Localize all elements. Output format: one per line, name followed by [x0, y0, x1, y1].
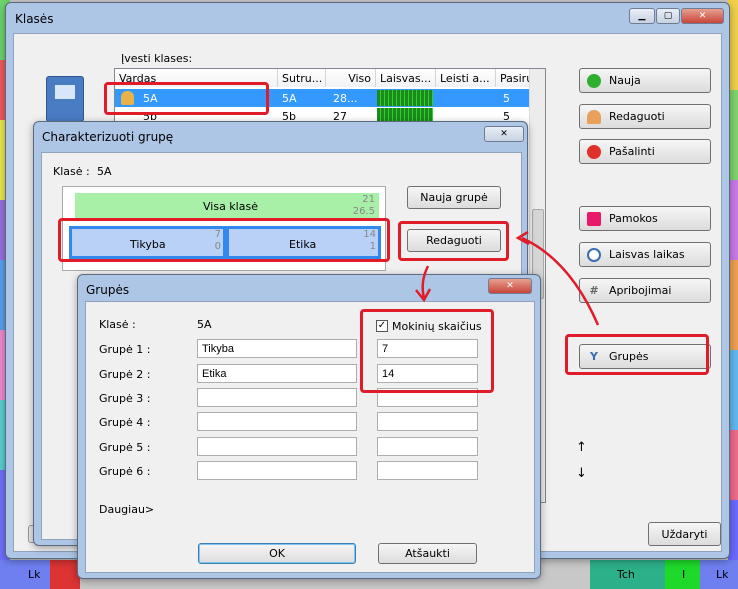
annotation-arrow-left: [521, 236, 600, 326]
annotation-arrows: [415, 230, 600, 326]
